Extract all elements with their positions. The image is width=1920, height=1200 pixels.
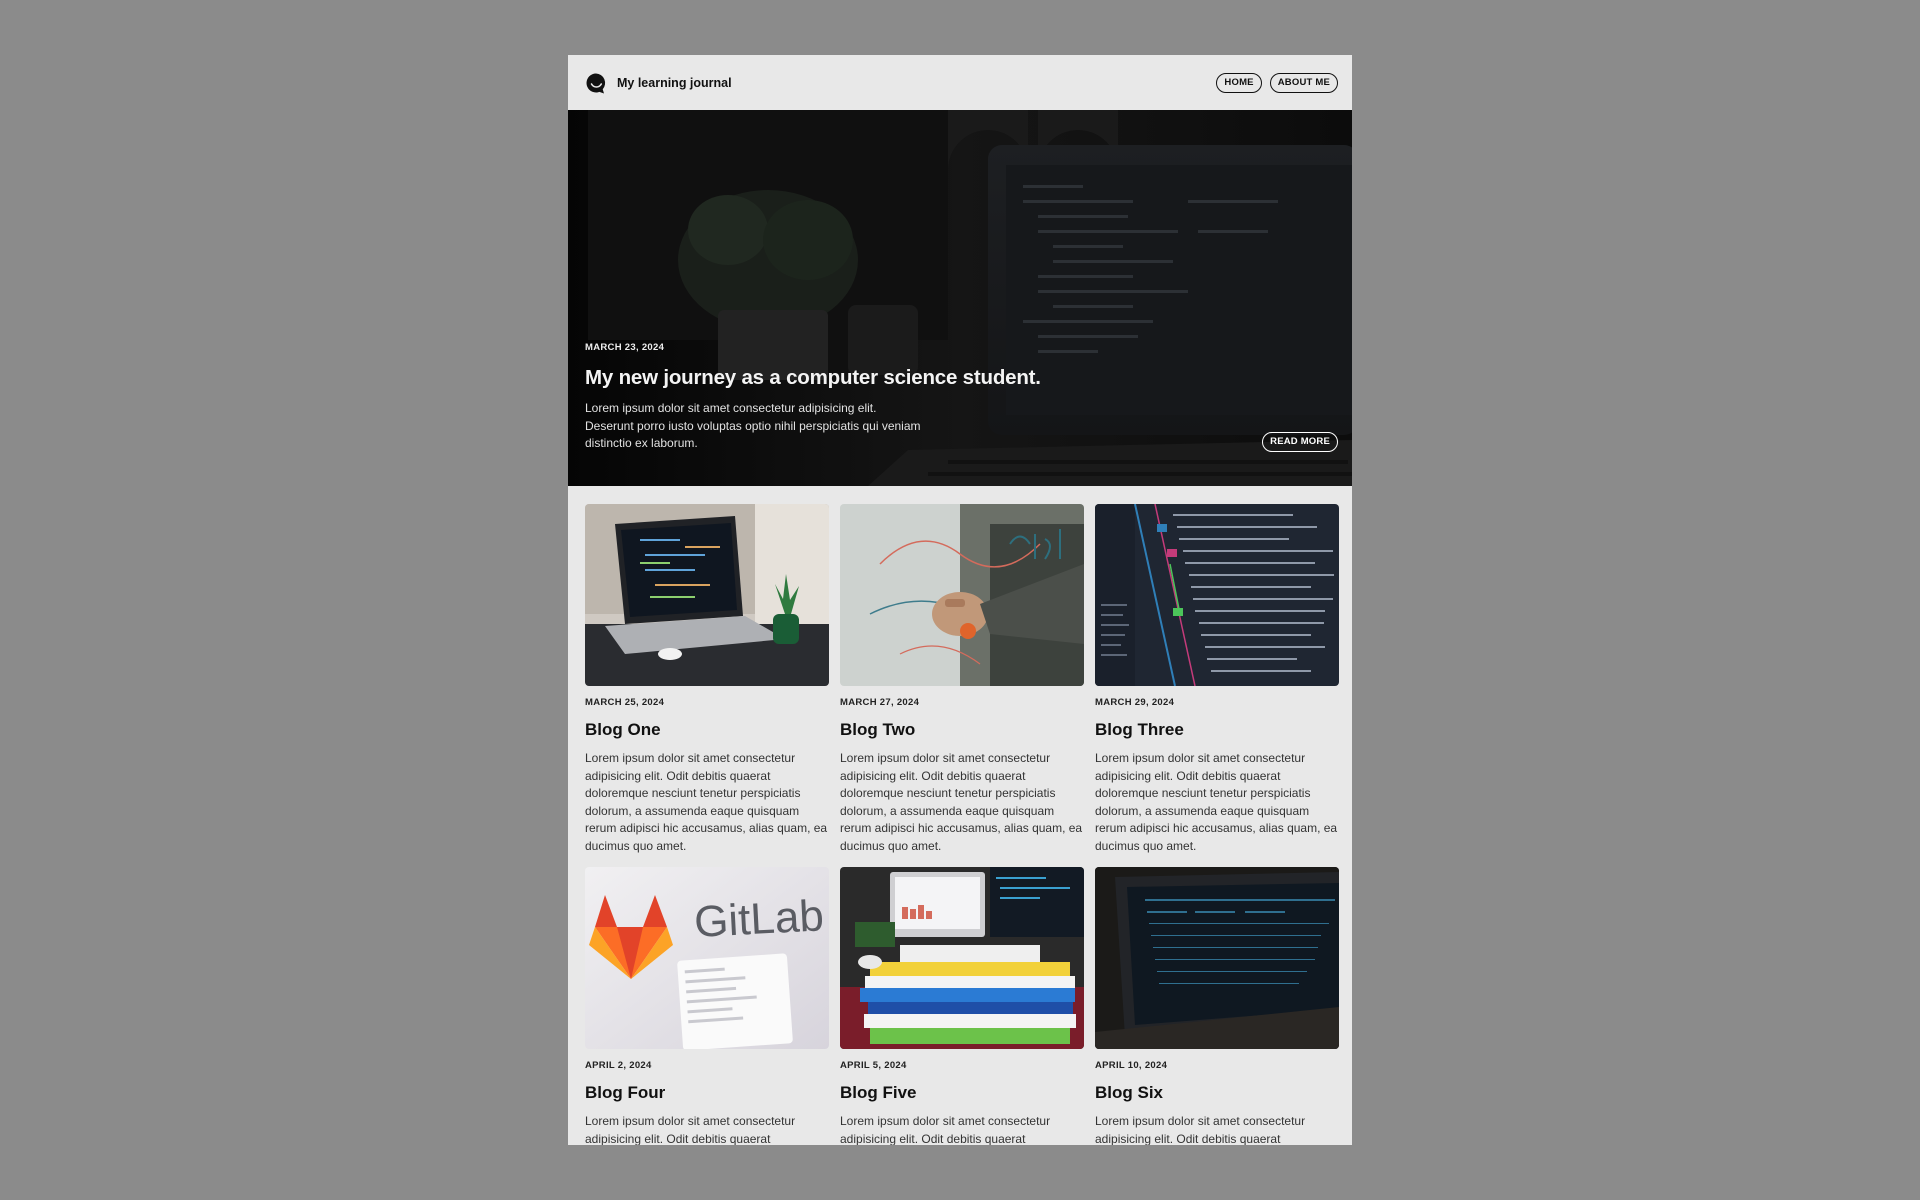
- posts-grid: MARCH 25, 2024 Blog One Lorem ipsum dolo…: [585, 504, 1339, 1145]
- post-card[interactable]: APRIL 10, 2024 Blog Six Lorem ipsum dolo…: [1095, 867, 1339, 1145]
- nav-about-me-button[interactable]: ABOUT ME: [1269, 72, 1338, 93]
- post-thumbnail-gitlab[interactable]: GitLab: [585, 867, 829, 1049]
- post-thumbnail-whiteboard[interactable]: [840, 504, 1084, 686]
- post-title[interactable]: Blog Four: [585, 1083, 829, 1103]
- blog-page: My learning journal HOME ABOUT ME MARCH …: [568, 55, 1352, 1145]
- post-card[interactable]: MARCH 29, 2024 Blog Three Lorem ipsum do…: [1095, 504, 1339, 855]
- post-thumbnail-books-desk[interactable]: [840, 867, 1084, 1049]
- post-date: APRIL 5, 2024: [840, 1060, 907, 1071]
- chat-bubble-smile-icon: [586, 73, 606, 93]
- post-excerpt: Lorem ipsum dolor sit amet consectetur a…: [840, 751, 1083, 853]
- hero-date: MARCH 23, 2024: [585, 342, 665, 353]
- post-title[interactable]: Blog One: [585, 720, 829, 740]
- post-title[interactable]: Blog Three: [1095, 720, 1339, 740]
- post-date: APRIL 2, 2024: [585, 1060, 652, 1071]
- post-excerpt: Lorem ipsum dolor sit amet consectetur a…: [585, 1114, 796, 1145]
- post-excerpt: Lorem ipsum dolor sit amet consectetur a…: [1095, 1114, 1306, 1145]
- post-excerpt: Lorem ipsum dolor sit amet consectetur a…: [585, 751, 828, 853]
- post-thumbnail-dark-laptop[interactable]: [1095, 867, 1339, 1049]
- post-thumbnail-laptop-desk[interactable]: [585, 504, 829, 686]
- read-more-button[interactable]: READ MORE: [1262, 432, 1338, 452]
- nav-home-button[interactable]: HOME: [1216, 72, 1262, 93]
- post-date: MARCH 27, 2024: [840, 697, 920, 708]
- post-date: MARCH 29, 2024: [1095, 697, 1175, 708]
- main-nav: HOME ABOUT ME: [1216, 72, 1338, 93]
- post-excerpt: Lorem ipsum dolor sit amet consectetur a…: [840, 1114, 1051, 1145]
- hero-content: MARCH 23, 2024 My new journey as a compu…: [585, 342, 1085, 453]
- post-date: MARCH 25, 2024: [585, 697, 665, 708]
- hero-excerpt: Lorem ipsum dolor sit amet consectetur a…: [585, 401, 921, 450]
- post-thumbnail-git-log[interactable]: [1095, 504, 1339, 686]
- post-title[interactable]: Blog Two: [840, 720, 1084, 740]
- post-title[interactable]: Blog Five: [840, 1083, 1084, 1103]
- site-title: My learning journal: [617, 75, 732, 90]
- post-title[interactable]: Blog Six: [1095, 1083, 1339, 1103]
- post-excerpt: Lorem ipsum dolor sit amet consectetur a…: [1095, 751, 1338, 853]
- site-logo[interactable]: My learning journal: [585, 72, 732, 94]
- hero-title[interactable]: My new journey as a computer science stu…: [585, 366, 1085, 390]
- hero-featured-post[interactable]: MARCH 23, 2024 My new journey as a compu…: [568, 110, 1352, 486]
- post-card[interactable]: MARCH 27, 2024 Blog Two Lorem ipsum dolo…: [840, 504, 1084, 855]
- site-header: My learning journal HOME ABOUT ME: [568, 55, 1352, 110]
- post-card[interactable]: MARCH 25, 2024 Blog One Lorem ipsum dolo…: [585, 504, 829, 855]
- post-card[interactable]: APRIL 5, 2024 Blog Five Lorem ipsum dolo…: [840, 867, 1084, 1145]
- post-date: APRIL 10, 2024: [1095, 1060, 1168, 1071]
- post-card[interactable]: GitLab APRIL 2, 2024 Blog Four Lorem ips…: [585, 867, 829, 1145]
- svg-text:GitLab: GitLab: [693, 891, 825, 947]
